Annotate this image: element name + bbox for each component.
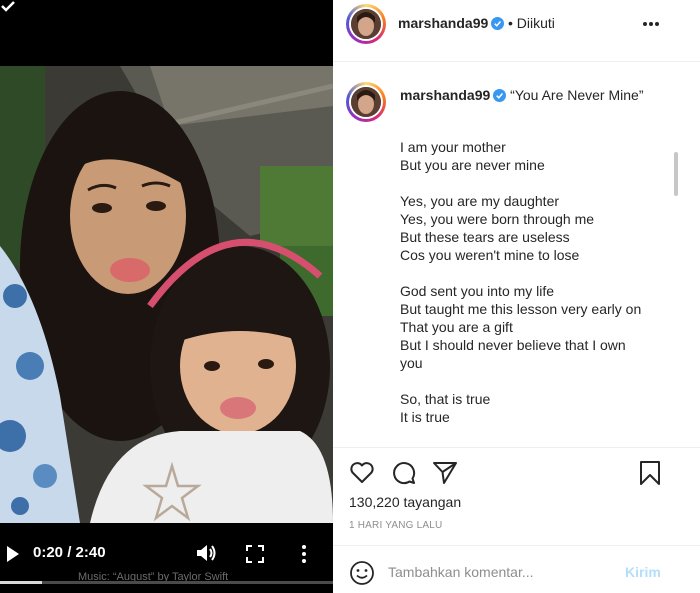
progress-fill [0,581,42,584]
lyric-stanza: So, that is true It is true [400,390,650,426]
avatar[interactable] [346,4,386,44]
progress-bar[interactable] [0,581,333,584]
lyric-line: But taught me this lesson very early on [400,301,642,317]
lyric-line: But I should never believe that I own yo… [400,337,626,371]
video-controls: 0:20 / 2:40 Music: “August” by Taylor Sw… [0,523,333,593]
caption-title: “You Are Never Mine” [510,87,644,103]
view-count[interactable]: 130,220 tayangan [349,494,461,510]
emoji-icon[interactable] [349,560,375,586]
caption-scrollbar[interactable] [674,152,678,196]
lyric-stanza: God sent you into my life But taught me t… [400,282,650,372]
back-chevron-icon[interactable] [0,0,20,20]
lyric-line: That you are a gift [400,319,513,335]
post-panel: marshanda99 • Diikuti marshanda99 “You A… [333,0,700,593]
caption-area[interactable]: marshanda99 “You Are Never Mine” I am yo… [333,62,700,447]
volume-icon[interactable] [196,543,218,563]
username-text[interactable]: marshanda99 [398,15,488,31]
caption-avatar-photo [351,87,381,117]
post-actions: 130,220 tayangan 1 HARI YANG LALU [333,447,700,545]
video-time: 0:20 / 2:40 [33,544,106,561]
heart-icon[interactable] [349,460,375,486]
follow-separator: • [508,15,513,31]
video-player[interactable]: 0:20 / 2:40 Music: “August” by Taylor Sw… [0,0,333,593]
lyric-line: But these tears are useless [400,229,570,245]
comment-bar: Kirim [333,545,700,593]
bookmark-icon[interactable] [637,460,663,486]
verified-badge-icon [491,17,505,30]
lyric-line: So, that is true [400,391,491,407]
more-vertical-icon[interactable] [300,544,308,564]
caption-username[interactable]: marshanda99 [400,87,490,103]
play-icon[interactable] [6,545,20,563]
verified-badge-icon [493,89,507,102]
lyric-line: Yes, you are my daughter [400,193,560,209]
more-options-icon[interactable] [642,21,660,27]
send-button[interactable]: Kirim [625,564,661,580]
lyric-line: I am your mother [400,139,506,155]
lyric-line: But you are never mine [400,157,545,173]
fullscreen-icon[interactable] [246,545,264,563]
comment-input[interactable] [388,560,618,584]
post-username[interactable]: marshanda99 [398,15,505,31]
comment-icon[interactable] [391,460,417,486]
post-date[interactable]: 1 HARI YANG LALU [349,520,442,531]
lyric-line: It is true [400,409,450,425]
post-header: marshanda99 • Diikuti [333,0,700,62]
time-separator: / [63,544,76,561]
lyric-stanza: I am your mother But you are never mine [400,138,650,174]
video-frame[interactable] [0,66,333,523]
share-icon[interactable] [432,460,458,486]
lyric-line: God sent you into my life [400,283,555,299]
duration: 2:40 [75,544,106,561]
lyric-line: Cos you weren't mine to lose [400,247,580,263]
caption-avatar[interactable] [346,82,386,122]
caption-lyrics: I am your mother But you are never mine Ye… [400,138,650,444]
avatar-photo [351,9,381,39]
follow-label[interactable]: Diikuti [517,15,555,31]
caption-header: marshanda99 “You Are Never Mine” [400,86,675,104]
lyric-line: Yes, you were born through me [400,211,595,227]
follow-status[interactable]: • Diikuti [508,15,555,31]
current-time: 0:20 [33,544,64,561]
lyric-stanza: Yes, you are my daughter Yes, you were bo… [400,192,650,264]
